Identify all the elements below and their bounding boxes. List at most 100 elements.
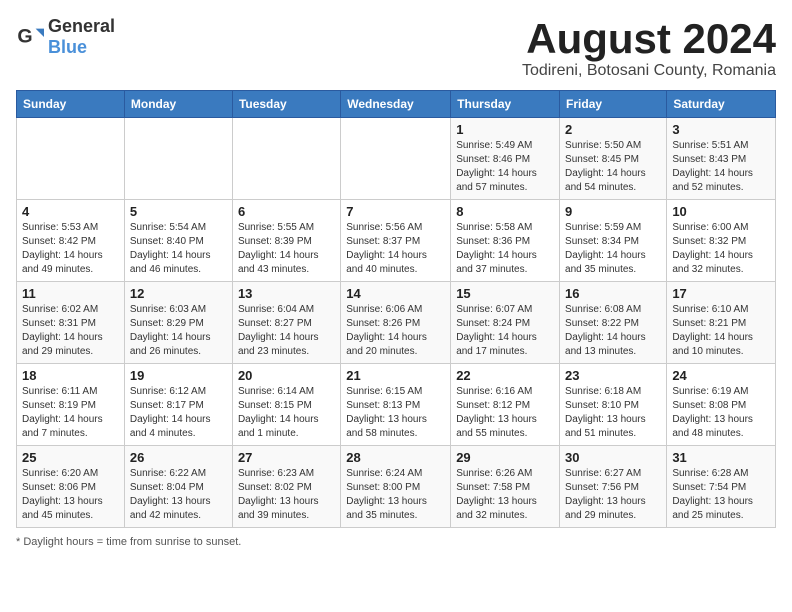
header-day-monday: Monday xyxy=(124,91,232,118)
calendar-cell: 7 Sunrise: 5:56 AM Sunset: 8:37 PM Daylig… xyxy=(341,200,451,282)
day-info: Sunrise: 6:00 AM Sunset: 8:32 PM Dayligh… xyxy=(672,221,770,277)
calendar-cell: 21 Sunrise: 6:15 AM Sunset: 8:13 PM Dayli… xyxy=(341,364,451,446)
day-info: Sunrise: 5:53 AM Sunset: 8:42 PM Dayligh… xyxy=(22,221,119,277)
title-area: August 2024 Todireni, Botosani County, R… xyxy=(522,16,776,80)
day-info: Sunrise: 6:08 AM Sunset: 8:22 PM Dayligh… xyxy=(565,303,661,359)
calendar-cell: 3 Sunrise: 5:51 AM Sunset: 8:43 PM Daylig… xyxy=(667,118,776,200)
day-info: Sunrise: 6:27 AM Sunset: 7:56 PM Dayligh… xyxy=(565,467,661,523)
day-info: Sunrise: 6:06 AM Sunset: 8:26 PM Dayligh… xyxy=(346,303,445,359)
logo-icon: G xyxy=(16,23,44,51)
day-info: Sunrise: 6:20 AM Sunset: 8:06 PM Dayligh… xyxy=(22,467,119,523)
day-number: 6 xyxy=(238,204,335,219)
day-number: 22 xyxy=(456,368,554,383)
day-number: 31 xyxy=(672,450,770,465)
day-number: 27 xyxy=(238,450,335,465)
calendar-cell: 29Sunrise: 6:26 AM Sunset: 7:58 PM Dayli… xyxy=(451,446,560,528)
calendar-cell: 15 Sunrise: 6:07 AM Sunset: 8:24 PM Dayli… xyxy=(451,282,560,364)
day-info: Sunrise: 6:07 AM Sunset: 8:24 PM Dayligh… xyxy=(456,303,554,359)
day-number: 20 xyxy=(238,368,335,383)
day-info: Sunrise: 6:15 AM Sunset: 8:13 PM Dayligh… xyxy=(346,385,445,441)
calendar-cell: 31Sunrise: 6:28 AM Sunset: 7:54 PM Dayli… xyxy=(667,446,776,528)
day-number: 15 xyxy=(456,286,554,301)
week-row: 25 Sunrise: 6:20 AM Sunset: 8:06 PM Dayli… xyxy=(17,446,776,528)
calendar-cell xyxy=(124,118,232,200)
calendar-cell: 22 Sunrise: 6:16 AM Sunset: 8:12 PM Dayli… xyxy=(451,364,560,446)
calendar-cell: 12Sunrise: 6:03 AM Sunset: 8:29 PM Dayli… xyxy=(124,282,232,364)
day-info: Sunrise: 6:26 AM Sunset: 7:58 PM Dayligh… xyxy=(456,467,554,523)
day-info: Sunrise: 6:04 AM Sunset: 8:27 PM Dayligh… xyxy=(238,303,335,359)
day-number: 16 xyxy=(565,286,661,301)
logo-general: General xyxy=(48,16,115,36)
calendar-table: SundayMondayTuesdayWednesdayThursdayFrid… xyxy=(16,90,776,528)
header-day-tuesday: Tuesday xyxy=(232,91,340,118)
day-number: 9 xyxy=(565,204,661,219)
day-info: Sunrise: 6:19 AM Sunset: 8:08 PM Dayligh… xyxy=(672,385,770,441)
day-number: 19 xyxy=(130,368,227,383)
calendar-cell: 9Sunrise: 5:59 AM Sunset: 8:34 PM Daylig… xyxy=(560,200,667,282)
calendar-cell: 16 Sunrise: 6:08 AM Sunset: 8:22 PM Dayli… xyxy=(560,282,667,364)
svg-text:G: G xyxy=(17,26,32,48)
day-number: 8 xyxy=(456,204,554,219)
day-number: 21 xyxy=(346,368,445,383)
calendar-cell: 18Sunrise: 6:11 AM Sunset: 8:19 PM Dayli… xyxy=(17,364,125,446)
day-info: Sunrise: 6:23 AM Sunset: 8:02 PM Dayligh… xyxy=(238,467,335,523)
header-row: SundayMondayTuesdayWednesdayThursdayFrid… xyxy=(17,91,776,118)
day-number: 25 xyxy=(22,450,119,465)
day-number: 23 xyxy=(565,368,661,383)
header-day-thursday: Thursday xyxy=(451,91,560,118)
calendar-cell: 19Sunrise: 6:12 AM Sunset: 8:17 PM Dayli… xyxy=(124,364,232,446)
day-number: 14 xyxy=(346,286,445,301)
header-day-wednesday: Wednesday xyxy=(341,91,451,118)
day-number: 7 xyxy=(346,204,445,219)
calendar-cell: 25 Sunrise: 6:20 AM Sunset: 8:06 PM Dayli… xyxy=(17,446,125,528)
calendar-cell: 17Sunrise: 6:10 AM Sunset: 8:21 PM Dayli… xyxy=(667,282,776,364)
day-info: Sunrise: 5:50 AM Sunset: 8:45 PM Dayligh… xyxy=(565,139,661,195)
day-info: Sunrise: 5:51 AM Sunset: 8:43 PM Dayligh… xyxy=(672,139,770,195)
day-info: Sunrise: 6:03 AM Sunset: 8:29 PM Dayligh… xyxy=(130,303,227,359)
day-info: Sunrise: 6:24 AM Sunset: 8:00 PM Dayligh… xyxy=(346,467,445,523)
day-number: 5 xyxy=(130,204,227,219)
day-info: Sunrise: 5:56 AM Sunset: 8:37 PM Dayligh… xyxy=(346,221,445,277)
calendar-cell: 1Sunrise: 5:49 AM Sunset: 8:46 PM Daylig… xyxy=(451,118,560,200)
day-number: 10 xyxy=(672,204,770,219)
calendar-cell: 13 Sunrise: 6:04 AM Sunset: 8:27 PM Dayli… xyxy=(232,282,340,364)
day-info: Sunrise: 6:22 AM Sunset: 8:04 PM Dayligh… xyxy=(130,467,227,523)
header: G General Blue August 2024 Todireni, Bot… xyxy=(16,16,776,80)
calendar-cell: 27 Sunrise: 6:23 AM Sunset: 8:02 PM Dayli… xyxy=(232,446,340,528)
week-row: 4Sunrise: 5:53 AM Sunset: 8:42 PM Daylig… xyxy=(17,200,776,282)
day-info: Sunrise: 6:18 AM Sunset: 8:10 PM Dayligh… xyxy=(565,385,661,441)
month-year: August 2024 xyxy=(522,16,776,62)
footer-note: * Daylight hours = time from sunrise to … xyxy=(16,536,776,548)
day-info: Sunrise: 6:14 AM Sunset: 8:15 PM Dayligh… xyxy=(238,385,335,441)
calendar-body: 1Sunrise: 5:49 AM Sunset: 8:46 PM Daylig… xyxy=(17,118,776,528)
header-day-saturday: Saturday xyxy=(667,91,776,118)
day-number: 3 xyxy=(672,122,770,137)
calendar-cell xyxy=(232,118,340,200)
calendar-cell: 24 Sunrise: 6:19 AM Sunset: 8:08 PM Dayli… xyxy=(667,364,776,446)
day-info: Sunrise: 5:49 AM Sunset: 8:46 PM Dayligh… xyxy=(456,139,554,195)
calendar-cell: 30 Sunrise: 6:27 AM Sunset: 7:56 PM Dayli… xyxy=(560,446,667,528)
day-number: 28 xyxy=(346,450,445,465)
logo-blue: Blue xyxy=(48,37,87,57)
day-number: 13 xyxy=(238,286,335,301)
day-info: Sunrise: 5:54 AM Sunset: 8:40 PM Dayligh… xyxy=(130,221,227,277)
day-info: Sunrise: 6:16 AM Sunset: 8:12 PM Dayligh… xyxy=(456,385,554,441)
day-info: Sunrise: 5:55 AM Sunset: 8:39 PM Dayligh… xyxy=(238,221,335,277)
day-info: Sunrise: 6:02 AM Sunset: 8:31 PM Dayligh… xyxy=(22,303,119,359)
calendar-cell: 26 Sunrise: 6:22 AM Sunset: 8:04 PM Dayli… xyxy=(124,446,232,528)
logo: G General Blue xyxy=(16,16,115,58)
location: Todireni, Botosani County, Romania xyxy=(522,62,776,80)
day-number: 2 xyxy=(565,122,661,137)
day-info: Sunrise: 5:58 AM Sunset: 8:36 PM Dayligh… xyxy=(456,221,554,277)
calendar-cell xyxy=(341,118,451,200)
header-day-friday: Friday xyxy=(560,91,667,118)
calendar-cell: 5 Sunrise: 5:54 AM Sunset: 8:40 PM Daylig… xyxy=(124,200,232,282)
calendar-cell: 8 Sunrise: 5:58 AM Sunset: 8:36 PM Daylig… xyxy=(451,200,560,282)
calendar-cell: 2 Sunrise: 5:50 AM Sunset: 8:45 PM Daylig… xyxy=(560,118,667,200)
day-number: 26 xyxy=(130,450,227,465)
calendar-cell: 14 Sunrise: 6:06 AM Sunset: 8:26 PM Dayli… xyxy=(341,282,451,364)
day-number: 30 xyxy=(565,450,661,465)
day-number: 24 xyxy=(672,368,770,383)
calendar-cell: 20 Sunrise: 6:14 AM Sunset: 8:15 PM Dayli… xyxy=(232,364,340,446)
calendar-cell: 10 Sunrise: 6:00 AM Sunset: 8:32 PM Dayli… xyxy=(667,200,776,282)
